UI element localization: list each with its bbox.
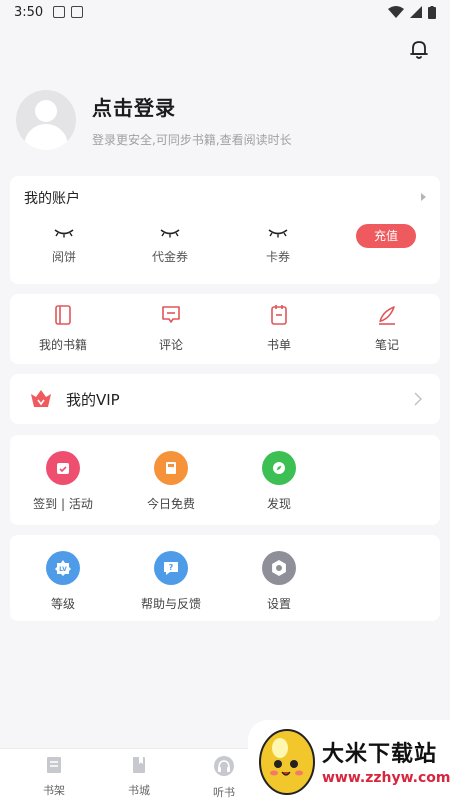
account-item-yuebing[interactable]: 阅饼 [24,228,104,265]
discover-label: 发现 [266,497,291,511]
bookstore-icon [133,757,145,773]
signal-icon [410,6,422,18]
discover-button[interactable]: 发现 [229,451,329,512]
account-item-label: 卡券 [265,250,290,264]
books-card: 我的书籍 评论 书单 笔记 [10,294,440,364]
login-title[interactable]: 点击登录 [92,92,292,121]
closed-eye-icon [160,229,180,238]
level-button[interactable]: LV 等级 [13,551,113,612]
bookshelf-icon [47,757,61,773]
tab-label: 听书 [213,786,235,799]
notes-button[interactable]: 笔记 [337,304,437,353]
calendar-icon [46,451,80,485]
font-icon [71,6,84,18]
level-label: 等级 [50,597,75,611]
compass-icon [262,451,296,485]
checkin-activity-label: 签到 | 活动 [33,497,93,511]
booklist-button[interactable]: 书单 [229,304,329,353]
free-book-icon [154,451,188,485]
notes-label: 笔记 [374,338,399,352]
comments-button[interactable]: 评论 [121,304,221,353]
mascot-egg-icon [259,729,315,795]
watermark-url: www.zzhyw.com [322,770,450,786]
account-item-voucher[interactable]: 代金券 [130,228,210,265]
tab-label: 书架 [43,784,65,797]
vip-crown-icon [31,390,51,407]
account-item-label: 阅饼 [51,250,76,264]
watermark-text: 大米下载站 [322,742,438,767]
quick-actions-card: 签到 | 活动 今日免费 发现 [10,435,440,525]
my-books-button[interactable]: 我的书籍 [13,304,113,353]
account-card: 我的账户 阅饼 代金券 卡券 充值 [10,176,440,284]
avatar[interactable] [16,90,76,150]
checkin-activity-button[interactable]: 签到 | 活动 [13,451,113,512]
tab-bookshelf[interactable]: 书架 [24,755,84,798]
profile-section[interactable]: 点击登录 登录更安全,可同步书籍,查看阅读时长 [16,88,436,152]
booklist-label: 书单 [266,338,291,352]
comments-label: 评论 [158,338,183,352]
svg-text:LV: LV [59,566,67,573]
status-time: 3:50 [14,4,44,20]
account-item-card[interactable]: 卡券 [238,228,318,265]
my-books-label: 我的书籍 [38,338,87,352]
account-item-label: 代金券 [151,250,188,264]
book-icon [55,305,71,325]
help-feedback-label: 帮助与反馈 [140,597,201,611]
help-feedback-button[interactable]: ? 帮助与反馈 [121,551,221,612]
tab-audiobook[interactable]: 听书 [194,755,254,800]
vip-card[interactable]: 我的VIP [10,374,440,424]
closed-eye-icon [268,229,288,238]
comment-icon [162,306,180,323]
settings-button[interactable]: 设置 [229,551,329,612]
tab-label: 书城 [128,784,150,797]
note-icon [379,306,395,325]
account-title[interactable]: 我的账户 [24,188,80,208]
tab-bookstore[interactable]: 书城 [109,755,169,798]
level-badge-icon: LV [46,551,80,585]
account-arrow-icon[interactable] [421,193,426,201]
headphones-icon [214,756,234,776]
bell-icon[interactable] [408,38,430,60]
image-icon [53,6,66,18]
free-today-label: 今日免费 [146,497,195,511]
svg-text:?: ? [169,563,174,572]
settings-label: 设置 [266,597,291,611]
chevron-right-icon [414,392,422,406]
settings-gear-icon [262,551,296,585]
status-bar: 3:50 [0,0,450,24]
more-card: LV 等级 ? 帮助与反馈 设置 [10,535,440,621]
battery-icon [428,5,436,19]
vip-label: 我的VIP [66,390,120,409]
recharge-button[interactable]: 充值 [356,224,416,248]
wifi-icon [388,6,404,18]
free-today-button[interactable]: 今日免费 [121,451,221,512]
closed-eye-icon [54,229,74,238]
booklist-icon [271,305,287,325]
login-subtitle: 登录更安全,可同步书籍,查看阅读时长 [92,133,292,147]
help-chat-icon: ? [154,551,188,585]
